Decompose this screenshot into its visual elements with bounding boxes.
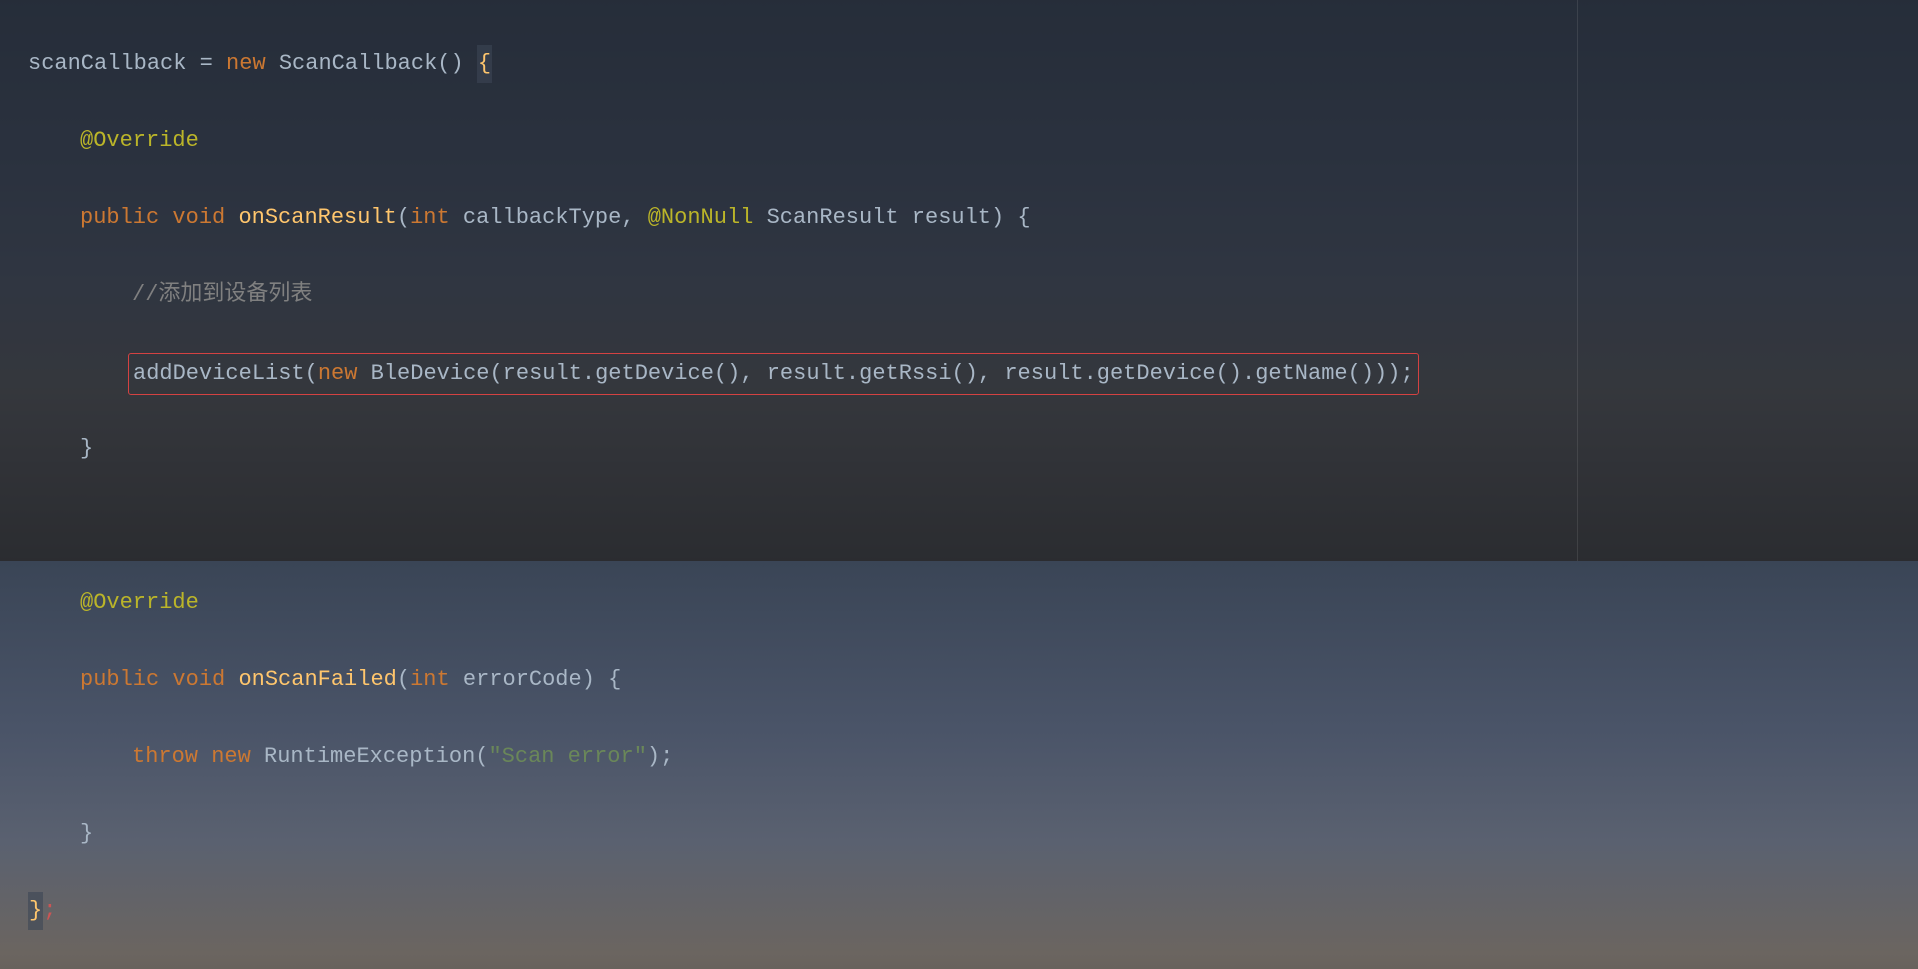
code-line[interactable]: scanCallback = new ScanCallback() { [28,45,1918,84]
keyword-new: new [226,51,266,76]
type-name: ScanResult [767,205,899,230]
annotation-override: @Override [80,128,199,153]
paren-close: ) [647,744,660,769]
code-line[interactable]: @Override [28,584,1918,623]
code-line[interactable]: }; [28,892,1918,931]
keyword-throw: throw [132,744,198,769]
code-editor[interactable]: scanCallback = new ScanCallback() { @Ove… [0,0,1918,969]
comment: //添加到设备列表 [132,282,312,307]
variable-name: scanCallback [28,51,186,76]
param-name: callbackType [463,205,621,230]
code-line[interactable]: //添加到设备列表 [28,276,1918,315]
semicolon: ; [1400,361,1413,386]
brace-open: { [608,667,621,692]
string-literal: "Scan error" [488,744,646,769]
annotation-override: @Override [80,590,199,615]
semicolon: ; [660,744,673,769]
code-line[interactable]: addDeviceList(new BleDevice(result.getDe… [28,353,1918,392]
keyword-void: void [172,667,225,692]
code-line[interactable]: } [28,430,1918,469]
paren-open: ( [397,667,410,692]
paren-open: ( [397,205,410,230]
brace-close: } [28,892,43,931]
paren-close: ) [582,667,595,692]
param-name: errorCode [463,667,582,692]
keyword-int: int [410,667,450,692]
code-line[interactable]: throw new RuntimeException("Scan error")… [28,738,1918,777]
keyword-int: int [410,205,450,230]
keyword-void: void [172,205,225,230]
paren-close: ) [991,205,1004,230]
code-line[interactable]: @Override [28,122,1918,161]
brace-open: { [477,45,492,84]
code-line[interactable]: } [28,815,1918,854]
keyword-new: new [318,361,358,386]
type-name: RuntimeException( [264,744,488,769]
parens: () [437,51,463,76]
code-line-blank[interactable] [28,507,1918,546]
brace-open: { [1017,205,1030,230]
method-name: onScanResult [238,205,396,230]
code-line[interactable]: public void onScanFailed(int errorCode) … [28,661,1918,700]
annotation-nonnull: @NonNull [648,205,754,230]
keyword-public: public [80,205,159,230]
highlighted-code: addDeviceList(new BleDevice(result.getDe… [128,353,1419,396]
type-name: ScanCallback [279,51,437,76]
code-line[interactable]: public void onScanResult(int callbackTyp… [28,199,1918,238]
expression: BleDevice(result.getDevice(), result.get… [371,361,1401,386]
method-name: onScanFailed [238,667,396,692]
comma: , [621,205,647,230]
brace-close: } [80,821,93,846]
keyword-public: public [80,667,159,692]
method-call: addDeviceList( [133,361,318,386]
brace-close: } [80,436,93,461]
param-name: result [912,205,991,230]
operator: = [186,51,226,76]
semicolon: ; [43,898,56,923]
keyword-new: new [211,744,251,769]
